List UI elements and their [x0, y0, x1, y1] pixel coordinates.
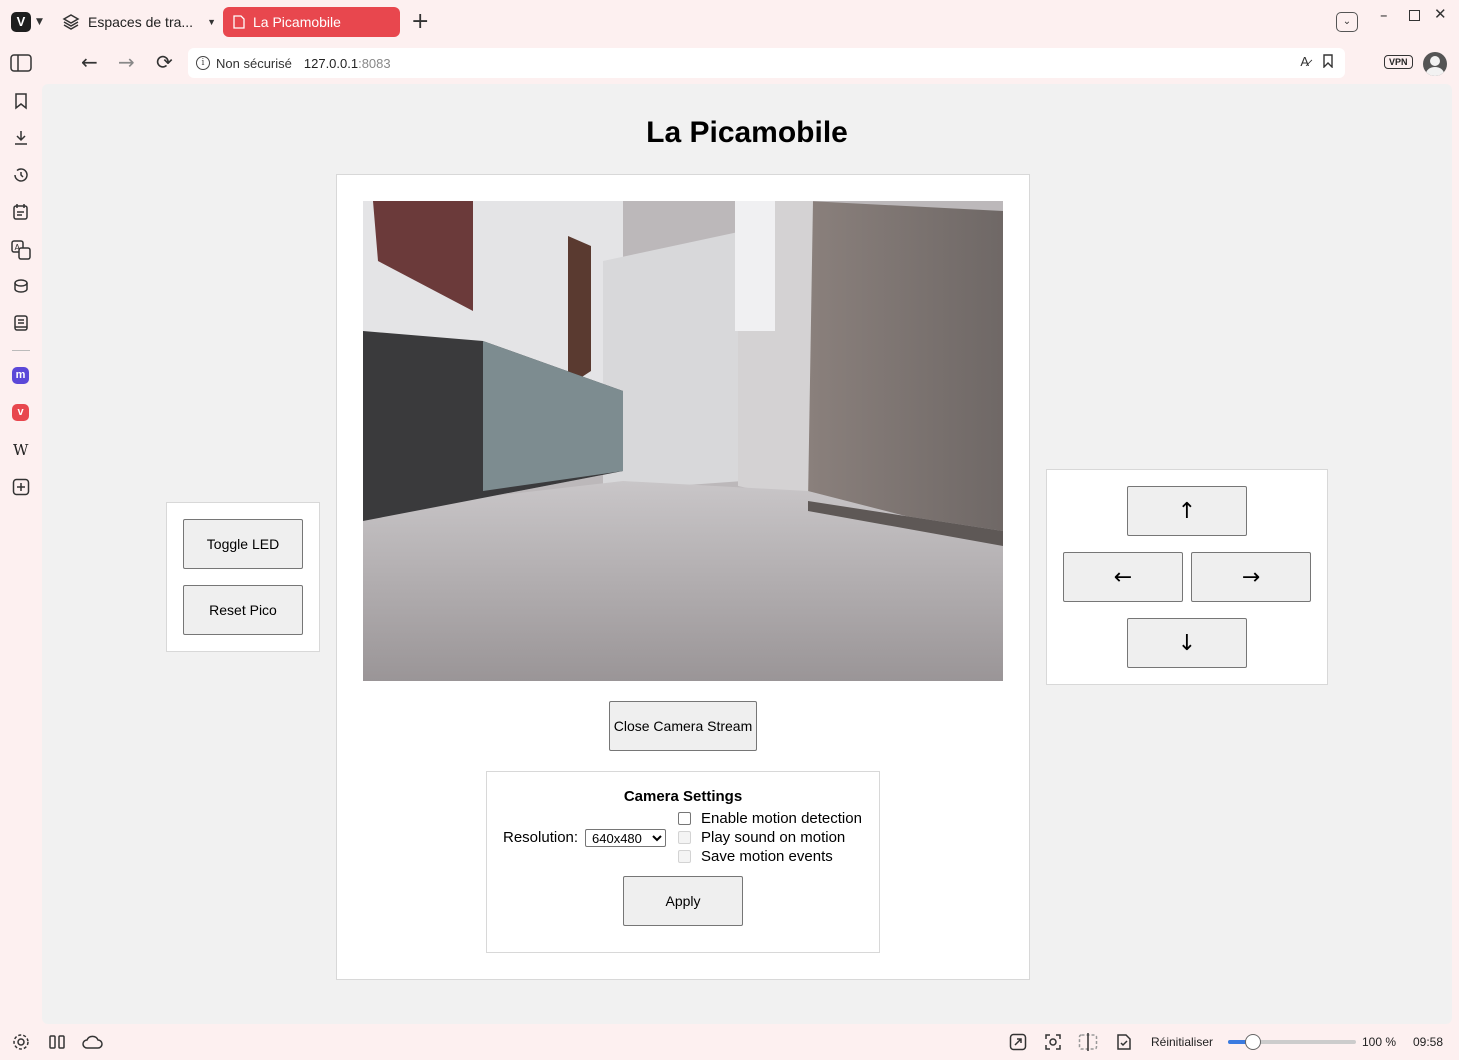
camera-stream	[363, 201, 1003, 681]
settings-gear-icon[interactable]	[12, 1033, 30, 1051]
back-arrow-icon[interactable]: ←	[81, 50, 98, 74]
tab-bar	[0, 0, 1459, 44]
page-tiling-icon[interactable]	[1078, 1033, 1098, 1051]
history-icon[interactable]	[12, 166, 30, 184]
resolution-select[interactable]: 640x480	[585, 829, 666, 847]
workspaces-label: Espaces de tra...	[88, 14, 194, 30]
workspaces-icon	[62, 14, 80, 30]
translate-panel-icon[interactable]: A	[11, 240, 31, 260]
page-icon	[233, 15, 245, 29]
url-port: :8083	[358, 55, 391, 71]
new-tab-button[interactable]: +	[411, 9, 429, 34]
mastodon-icon[interactable]: m	[12, 367, 29, 384]
zoom-reset-button[interactable]: Réinitialiser	[1151, 1035, 1213, 1049]
zoom-level: 100 %	[1362, 1035, 1397, 1049]
add-panel-icon[interactable]	[12, 478, 30, 496]
menu-caret-icon[interactable]: ▼	[36, 17, 43, 27]
close-window-button[interactable]: ✕	[1434, 5, 1447, 23]
save-events-label: Save motion events	[701, 848, 833, 865]
tab-label: La Picamobile	[253, 14, 341, 30]
play-sound-label: Play sound on motion	[701, 829, 846, 846]
maximize-button[interactable]	[1409, 10, 1420, 21]
move-right-button[interactable]: →	[1191, 552, 1311, 602]
workspaces-caret-icon: ▼	[207, 17, 216, 27]
bookmark-icon[interactable]	[1323, 54, 1333, 68]
apply-button[interactable]: Apply	[623, 876, 743, 926]
move-left-button[interactable]: ←	[1063, 552, 1183, 602]
resolution-label: Resolution:	[503, 829, 579, 846]
vpn-button[interactable]: VPN	[1384, 55, 1413, 69]
sidebar-divider	[12, 350, 30, 351]
svg-text:A: A	[15, 243, 21, 252]
avatar[interactable]	[1423, 52, 1447, 76]
reload-icon[interactable]: ⟳	[156, 50, 173, 74]
vivaldi-menu-logo[interactable]: V	[11, 12, 31, 32]
workspaces-tab[interactable]: Espaces de tra... ▼	[62, 8, 216, 36]
panel-toggle-icon[interactable]	[10, 54, 32, 72]
page-title: La Picamobile	[646, 116, 848, 149]
move-down-button[interactable]: ↓	[1127, 618, 1247, 668]
sync-cloud-icon[interactable]	[81, 1034, 103, 1050]
tab-list-button[interactable]: ⌄	[1336, 12, 1358, 32]
motion-detection-label: Enable motion detection	[701, 810, 862, 827]
reading-list-icon[interactable]	[12, 277, 30, 295]
tiling-icon[interactable]	[49, 1035, 65, 1049]
address-bar[interactable]: i Non sécurisé 127.0.0.1 :8083 A̷	[188, 48, 1345, 78]
vivaldi-icon[interactable]: v	[12, 404, 29, 421]
translate-icon[interactable]: A̷	[1300, 54, 1309, 69]
camera-settings-title: Camera Settings	[623, 788, 743, 805]
reset-pico-button[interactable]: Reset Pico	[183, 585, 303, 635]
notes-icon[interactable]	[12, 203, 30, 221]
motion-detection-checkbox[interactable]	[678, 812, 691, 825]
fullscreen-icon[interactable]	[1009, 1033, 1027, 1051]
reader-icon[interactable]	[12, 314, 30, 332]
info-icon[interactable]: i	[196, 56, 210, 70]
capture-icon[interactable]	[1044, 1033, 1062, 1051]
page-actions-icon[interactable]	[1115, 1033, 1133, 1051]
close-camera-stream-button[interactable]: Close Camera Stream	[609, 701, 757, 751]
minimize-button[interactable]: –	[1380, 6, 1388, 24]
tab-la-picamobile[interactable]: La Picamobile	[223, 7, 400, 37]
bookmarks-icon[interactable]	[12, 92, 30, 110]
url-host: 127.0.0.1	[303, 55, 359, 71]
move-up-button[interactable]: ↑	[1127, 486, 1247, 536]
forward-arrow-icon[interactable]: →	[118, 50, 135, 74]
zoom-slider-thumb[interactable]	[1245, 1034, 1261, 1050]
play-sound-checkbox[interactable]	[678, 831, 691, 844]
clock: 09:58	[1413, 1035, 1444, 1049]
security-label: Non sécurisé	[216, 55, 292, 71]
toggle-led-button[interactable]: Toggle LED	[183, 519, 303, 569]
save-events-checkbox[interactable]	[678, 850, 691, 863]
wikipedia-icon[interactable]: W	[13, 441, 28, 459]
chevron-down-icon: ⌄	[1342, 16, 1352, 27]
